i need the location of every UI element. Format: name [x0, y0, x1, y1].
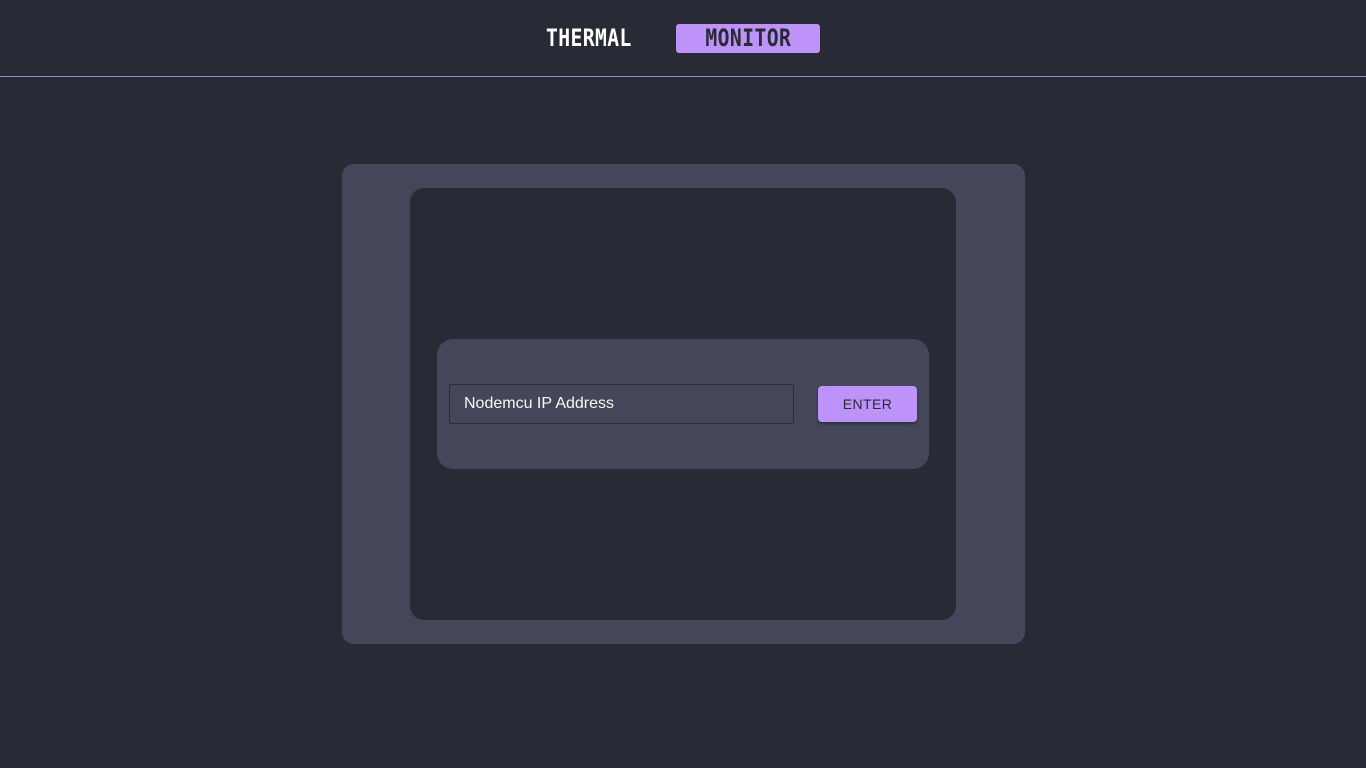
ip-address-input[interactable]	[449, 384, 794, 424]
display-area: ENTER	[410, 188, 956, 620]
logo-badge-monitor: MONITOR	[676, 24, 820, 53]
outer-panel: ENTER	[342, 164, 1025, 644]
app-logo: THERMAL MONITOR	[546, 24, 820, 53]
connect-form-card: ENTER	[437, 339, 929, 469]
logo-text-thermal: THERMAL	[546, 24, 632, 52]
logo-badge-text: MONITOR	[705, 24, 791, 52]
top-bar: THERMAL MONITOR	[0, 0, 1366, 77]
enter-button[interactable]: ENTER	[818, 386, 917, 422]
